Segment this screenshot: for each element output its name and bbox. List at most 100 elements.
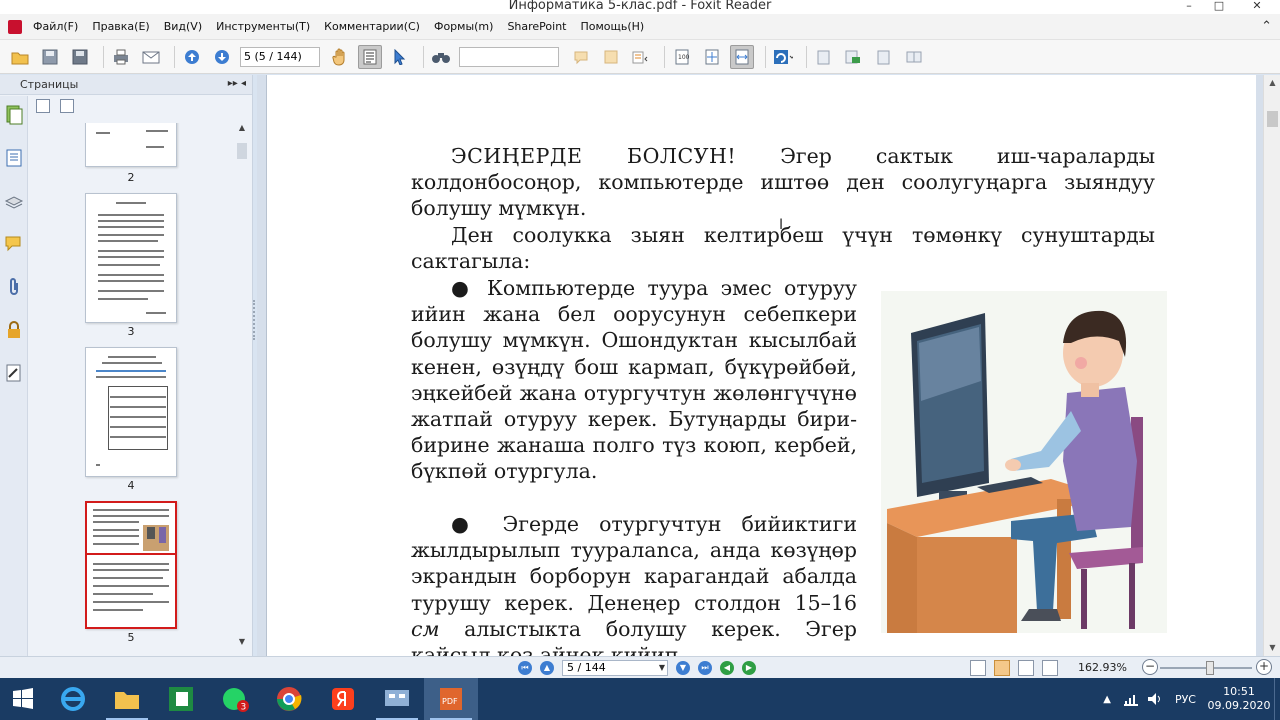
doc-scroll-down-icon[interactable]: ▼	[1264, 640, 1280, 656]
comment-tool-icon[interactable]	[569, 45, 593, 69]
email-icon[interactable]	[139, 45, 163, 69]
volume-icon	[1147, 693, 1160, 705]
go-back-icon[interactable]: ◀	[720, 661, 734, 675]
find-binoculars-icon[interactable]	[429, 45, 453, 69]
next-page-nav-icon[interactable]: ▼	[676, 661, 690, 675]
doc-scroll-up-icon[interactable]: ▲	[1264, 75, 1280, 91]
start-button[interactable]	[0, 678, 46, 720]
close-button[interactable]: ✕	[1234, 0, 1280, 14]
save-all-icon[interactable]	[68, 45, 92, 69]
page-thumbnail-2[interactable]	[85, 123, 177, 167]
thumbnail-options-icon[interactable]	[36, 99, 50, 113]
scroll-down-arrow-icon[interactable]: ▼	[236, 637, 248, 651]
zoom-level[interactable]: 162.93%	[1078, 661, 1127, 674]
foxit-app-icon[interactable]	[8, 19, 22, 34]
first-page-icon[interactable]: ⏮	[518, 661, 532, 675]
thumbnail-scrollbar[interactable]: ▲ ▼	[236, 123, 248, 651]
bookmarks-nav-icon[interactable]	[4, 148, 24, 168]
note-tool-icon[interactable]	[599, 45, 623, 69]
collapse-ribbon-icon[interactable]: ⌃	[1261, 19, 1272, 34]
thumbnail-label-4: 4	[127, 479, 135, 492]
menu-bar: Файл(F) Правка(E) Вид(V) Инструменты(T) …	[0, 14, 1280, 40]
page-number-input[interactable]	[240, 46, 320, 67]
tray-expand-icon[interactable]: ▲	[1103, 694, 1111, 705]
navigation-strip	[0, 96, 28, 656]
comments-nav-icon[interactable]	[4, 234, 24, 254]
page-thumbnail-3[interactable]	[85, 193, 177, 323]
menu-sharepoint[interactable]: SharePoint	[500, 20, 573, 33]
last-page-icon[interactable]: ⏭	[698, 661, 712, 675]
security-lock-icon[interactable]	[4, 320, 24, 340]
whatsapp-icon[interactable]: 3	[208, 678, 262, 720]
zoom-out-icon[interactable]: −	[1142, 659, 1158, 675]
file-explorer-icon[interactable]	[100, 678, 154, 720]
foxit-pdf-icon[interactable]: PDF	[424, 678, 478, 720]
doc-scroll-thumb[interactable]	[1267, 111, 1278, 127]
menu-edit[interactable]: Правка(E)	[85, 20, 156, 33]
pages-panel-header: Страницы ▸▸ ◂	[0, 75, 252, 95]
fit-width-icon[interactable]	[730, 44, 754, 69]
previous-page-icon[interactable]	[180, 45, 204, 69]
save-icon[interactable]	[38, 45, 62, 69]
delete-page-icon[interactable]	[60, 99, 74, 113]
continuous-facing-view-icon[interactable]	[1042, 660, 1058, 676]
pages-nav-icon[interactable]	[4, 105, 24, 125]
continuous-view-icon[interactable]	[994, 660, 1010, 676]
page-thumbnail-5[interactable]	[85, 501, 177, 629]
document-viewport[interactable]: ЭСИҢЕРДЕ БОЛСУН! Эгер сактык иш-чаралард…	[257, 75, 1263, 656]
menu-comments[interactable]: Комментарии(C)	[317, 20, 427, 33]
tray-clock[interactable]: 10:51 09.09.2020	[1204, 685, 1274, 713]
pdf-create-icon[interactable]	[842, 45, 866, 69]
print-icon[interactable]	[109, 45, 133, 69]
menu-file[interactable]: Файл(F)	[26, 20, 85, 33]
menu-tools[interactable]: Инструменты(T)	[209, 20, 317, 33]
open-folder-icon[interactable]	[8, 45, 32, 69]
language-indicator[interactable]: РУС	[1175, 693, 1196, 706]
next-page-icon[interactable]	[210, 45, 234, 69]
actual-size-icon[interactable]: 100	[670, 45, 694, 69]
document-scrollbar[interactable]: ▲ ▼	[1263, 75, 1280, 656]
page-thumbnail-4[interactable]	[85, 347, 177, 477]
prev-page-icon[interactable]: ▲	[540, 661, 554, 675]
excel-icon[interactable]	[154, 678, 208, 720]
scroll-up-arrow-icon[interactable]: ▲	[236, 123, 248, 137]
zoom-slider[interactable]	[1160, 661, 1252, 675]
zoom-in-icon[interactable]: +	[1256, 659, 1272, 675]
sign-document-icon[interactable]	[812, 45, 836, 69]
maximize-button[interactable]: □	[1204, 0, 1234, 14]
search-input[interactable]	[459, 46, 559, 67]
go-forward-icon[interactable]: ▶	[742, 661, 756, 675]
status-page-input[interactable]: 5 / 144 ▼	[562, 660, 668, 676]
windows-taskbar: 3 PDF ▲ РУС 10:51 09.09.2020	[0, 678, 1280, 720]
yandex-icon[interactable]	[316, 678, 370, 720]
menu-forms[interactable]: Формы(m)	[427, 20, 500, 33]
organize-pages-icon[interactable]	[902, 45, 926, 69]
layers-nav-icon[interactable]	[4, 191, 24, 211]
page-text-top: ЭСИҢЕРДЕ БОЛСУН! Эгер сактык иш-чаралард…	[411, 143, 1155, 274]
fit-page-icon[interactable]	[700, 45, 724, 69]
select-arrow-icon[interactable]	[388, 45, 412, 69]
panel-collapse-icon[interactable]: ▸▸ ◂	[228, 78, 246, 89]
facing-view-icon[interactable]	[1018, 660, 1034, 676]
export-icon[interactable]	[872, 45, 896, 69]
scroll-thumb[interactable]	[237, 143, 247, 159]
highlight-tool-icon[interactable]	[629, 45, 653, 69]
hand-tool-icon[interactable]	[328, 45, 352, 69]
minimize-button[interactable]: –	[1174, 0, 1204, 14]
menu-view[interactable]: Вид(V)	[157, 20, 209, 33]
network-app-icon[interactable]	[370, 678, 424, 720]
page-dropdown-icon[interactable]: ▼	[659, 661, 665, 675]
internet-explorer-icon[interactable]	[46, 678, 100, 720]
chrome-icon[interactable]	[262, 678, 316, 720]
bullet-sitting-posture: ● Компьютерде туура эмес отуруу ийин жан…	[411, 276, 857, 484]
attachments-nav-icon[interactable]	[4, 277, 24, 297]
toolbar-separator	[664, 45, 665, 68]
single-page-view-icon[interactable]	[970, 660, 986, 676]
show-desktop-button[interactable]	[1274, 678, 1280, 720]
window-controls: – □ ✕	[1174, 0, 1280, 14]
menu-help[interactable]: Помощь(H)	[574, 20, 652, 33]
signatures-nav-icon[interactable]	[4, 363, 24, 383]
select-text-icon[interactable]	[358, 44, 382, 69]
zoom-slider-knob[interactable]	[1206, 661, 1214, 675]
rotate-view-icon[interactable]	[771, 45, 795, 69]
